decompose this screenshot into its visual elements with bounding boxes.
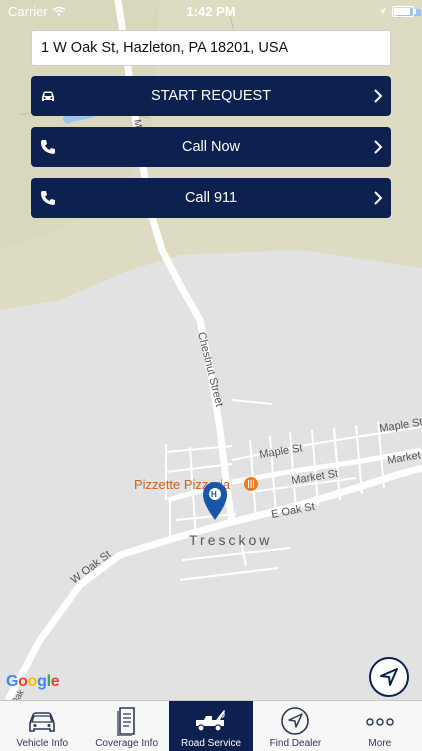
tab-bar: Vehicle Info Coverage Info Road Service … bbox=[0, 700, 422, 751]
phone-icon bbox=[41, 191, 55, 205]
place-label: Tresckow bbox=[189, 532, 272, 548]
tab-label: Road Service bbox=[181, 738, 242, 749]
google-logo: Google bbox=[6, 673, 60, 690]
tab-road-service[interactable]: Road Service bbox=[168, 701, 254, 751]
tow-truck-icon bbox=[196, 710, 226, 732]
phone-icon bbox=[41, 140, 55, 154]
battery-icon bbox=[392, 5, 416, 17]
call-now-button[interactable]: Call Now bbox=[31, 127, 391, 167]
start-request-button[interactable]: START REQUEST bbox=[31, 76, 391, 116]
chevron-right-icon bbox=[374, 191, 383, 205]
status-bar: Carrier 1:42 PM bbox=[0, 0, 422, 22]
tab-more[interactable]: More bbox=[338, 701, 422, 751]
svg-text:H: H bbox=[211, 490, 217, 499]
restaurant-icon bbox=[244, 477, 258, 491]
clock: 1:42 PM bbox=[186, 3, 236, 19]
address-field[interactable]: 1 W Oak St, Hazleton, PA 18201, USA bbox=[31, 30, 391, 66]
document-icon bbox=[116, 707, 135, 736]
call-911-button[interactable]: Call 911 bbox=[31, 178, 391, 218]
tab-label: More bbox=[368, 738, 392, 749]
call-911-label: Call 911 bbox=[184, 190, 238, 206]
tab-coverage-info[interactable]: Coverage Info bbox=[84, 701, 168, 751]
car-icon bbox=[42, 91, 54, 101]
navigation-icon bbox=[281, 707, 310, 735]
tab-find-dealer[interactable]: Find Dealer bbox=[253, 701, 337, 751]
navigation-arrow-icon bbox=[380, 668, 398, 686]
call-now-label: Call Now bbox=[181, 139, 240, 155]
chevron-right-icon bbox=[374, 89, 383, 103]
tab-label: Coverage Info bbox=[95, 738, 159, 749]
tab-label: Vehicle Info bbox=[16, 738, 69, 749]
chevron-right-icon bbox=[374, 140, 383, 154]
tab-label: Find Dealer bbox=[269, 738, 322, 749]
tab-vehicle-info[interactable]: Vehicle Info bbox=[0, 701, 84, 751]
start-request-label: START REQUEST bbox=[150, 88, 272, 104]
current-location-button[interactable] bbox=[369, 657, 409, 697]
more-dots-icon bbox=[366, 718, 394, 726]
car-outline-icon bbox=[29, 712, 56, 732]
address-value: 1 W Oak St, Hazleton, PA 18201, USA bbox=[41, 40, 289, 56]
